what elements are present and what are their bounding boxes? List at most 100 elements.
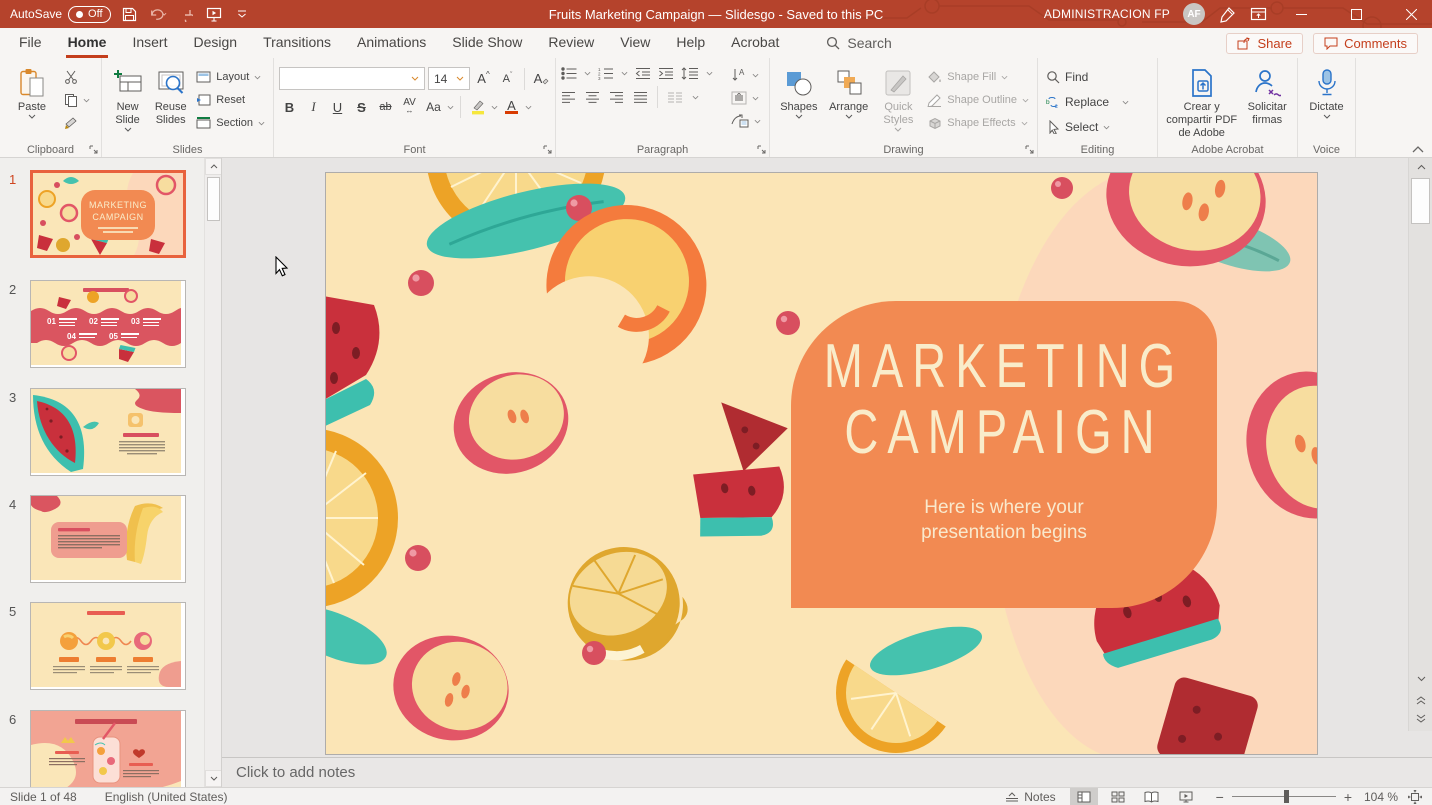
copy-button[interactable] bbox=[61, 90, 93, 110]
decrease-font-size-button[interactable]: Aˇ bbox=[497, 68, 518, 89]
tab-transitions[interactable]: Transitions bbox=[250, 28, 344, 58]
increase-indent-icon[interactable] bbox=[658, 67, 674, 80]
slide-show-button[interactable] bbox=[1172, 788, 1200, 805]
new-slide-button[interactable]: New Slide bbox=[107, 61, 148, 132]
numbering-chevron-icon[interactable] bbox=[621, 71, 628, 76]
change-case-button[interactable]: Aa bbox=[423, 97, 444, 118]
decrease-indent-icon[interactable] bbox=[635, 67, 651, 80]
save-button[interactable] bbox=[121, 5, 139, 23]
columns-chevron-icon[interactable] bbox=[692, 95, 699, 100]
scrollbar-thumb[interactable] bbox=[1411, 178, 1430, 224]
zoom-slider[interactable] bbox=[1232, 796, 1336, 797]
undo-button[interactable] bbox=[149, 5, 167, 23]
reading-view-button[interactable] bbox=[1138, 788, 1166, 805]
font-size-combo[interactable]: 14 bbox=[428, 67, 470, 90]
tab-acrobat[interactable]: Acrobat bbox=[718, 28, 792, 58]
account-avatar[interactable]: AF bbox=[1183, 3, 1205, 25]
slide-5-preview[interactable] bbox=[30, 602, 186, 690]
slide-4-preview[interactable] bbox=[30, 495, 186, 583]
arrange-button[interactable]: Arrange bbox=[825, 61, 873, 119]
line-spacing-icon[interactable] bbox=[681, 67, 699, 80]
inking-pen-icon[interactable] bbox=[1218, 5, 1236, 23]
text-highlight-button[interactable] bbox=[467, 97, 488, 118]
format-painter-button[interactable] bbox=[61, 113, 93, 133]
shapes-button[interactable]: Shapes bbox=[775, 61, 823, 119]
tab-file[interactable]: File bbox=[6, 28, 55, 58]
autosave-toggle[interactable]: AutoSave Off bbox=[10, 6, 111, 23]
font-name-combo[interactable] bbox=[279, 67, 425, 90]
thumbnail-scrollbar[interactable] bbox=[204, 158, 221, 787]
align-center-icon[interactable] bbox=[585, 91, 600, 104]
tab-review[interactable]: Review bbox=[535, 28, 607, 58]
text-direction-button[interactable]: A bbox=[728, 65, 764, 85]
tab-view[interactable]: View bbox=[607, 28, 663, 58]
reset-button[interactable]: Reset bbox=[193, 90, 268, 110]
slide-indicator[interactable]: Slide 1 of 48 bbox=[10, 790, 77, 804]
paste-button[interactable]: Paste bbox=[5, 61, 59, 119]
font-dialog-launcher[interactable] bbox=[543, 145, 553, 155]
scroll-up-button[interactable] bbox=[1411, 158, 1431, 176]
minimize-button[interactable] bbox=[1280, 0, 1322, 28]
clear-formatting-button[interactable]: A bbox=[531, 68, 552, 89]
align-left-icon[interactable] bbox=[561, 91, 576, 104]
account-name[interactable]: ADMINISTRACION FP bbox=[1044, 7, 1170, 21]
italic-button[interactable]: I bbox=[303, 97, 324, 118]
start-presentation-button[interactable] bbox=[205, 5, 223, 23]
find-button[interactable]: Find bbox=[1043, 67, 1132, 87]
bullets-chevron-icon[interactable] bbox=[584, 71, 591, 76]
slide-subtitle[interactable]: Here is where your presentation begins bbox=[921, 495, 1087, 545]
slide-1-preview[interactable]: MARKETING CAMPAIGN bbox=[30, 170, 186, 258]
align-text-button[interactable] bbox=[728, 88, 764, 108]
zoom-slider-thumb[interactable] bbox=[1284, 790, 1289, 803]
maximize-button[interactable] bbox=[1335, 0, 1377, 28]
next-slide-button[interactable] bbox=[1411, 710, 1431, 726]
replace-button[interactable]: bc Replace bbox=[1043, 92, 1132, 112]
tab-insert[interactable]: Insert bbox=[119, 28, 180, 58]
layout-button[interactable]: Layout bbox=[193, 67, 268, 87]
thumbnail-scrollbar-thumb[interactable] bbox=[207, 177, 220, 221]
slide-canvas[interactable]: MARKETING CAMPAIGN Here is where your pr… bbox=[325, 172, 1318, 755]
tab-design[interactable]: Design bbox=[180, 28, 250, 58]
redo-button[interactable] bbox=[177, 5, 195, 23]
slide-6-preview[interactable] bbox=[30, 710, 186, 787]
reuse-slides-button[interactable]: Reuse Slides bbox=[150, 61, 191, 127]
numbering-icon[interactable]: 123 bbox=[598, 67, 614, 80]
slide-scrollbar[interactable] bbox=[1408, 158, 1432, 731]
title-text-box[interactable]: MARKETING CAMPAIGN Here is where your pr… bbox=[791, 301, 1217, 608]
tab-slide-show[interactable]: Slide Show bbox=[439, 28, 535, 58]
increase-font-size-button[interactable]: A^ bbox=[473, 68, 494, 89]
quick-access-toolbar-menu[interactable] bbox=[233, 5, 251, 23]
shape-fill-button[interactable]: Shape Fill bbox=[924, 67, 1032, 87]
section-button[interactable]: Section bbox=[193, 113, 268, 133]
notes-pane[interactable]: Click to add notes bbox=[222, 757, 1432, 787]
slide-3-preview[interactable] bbox=[30, 388, 186, 476]
underline-button[interactable]: U bbox=[327, 97, 348, 118]
scroll-down-button[interactable] bbox=[1411, 670, 1431, 688]
shape-outline-button[interactable]: Shape Outline bbox=[924, 90, 1032, 110]
line-spacing-chevron-icon[interactable] bbox=[706, 71, 713, 76]
create-pdf-button[interactable]: Crear y compartir PDF de Adobe bbox=[1163, 61, 1240, 140]
comments-button[interactable]: Comments bbox=[1313, 33, 1418, 54]
zoom-in-button[interactable]: + bbox=[1344, 789, 1352, 805]
zoom-out-button[interactable]: − bbox=[1216, 789, 1224, 805]
zoom-level[interactable]: 104 % bbox=[1360, 790, 1398, 804]
shape-effects-button[interactable]: Shape Effects bbox=[924, 113, 1032, 133]
align-right-icon[interactable] bbox=[609, 91, 624, 104]
ribbon-display-options-icon[interactable] bbox=[1249, 5, 1267, 23]
columns-icon[interactable] bbox=[667, 91, 683, 104]
previous-slide-button[interactable] bbox=[1411, 692, 1431, 708]
character-spacing-button[interactable]: AV↔ bbox=[399, 97, 420, 118]
request-signatures-button[interactable]: Solicitar firmas bbox=[1242, 61, 1292, 127]
select-button[interactable]: Select bbox=[1043, 117, 1132, 137]
bullets-icon[interactable] bbox=[561, 67, 577, 80]
notes-toggle-button[interactable]: Notes bbox=[997, 790, 1063, 804]
bold-button[interactable]: B bbox=[279, 97, 300, 118]
convert-to-smartart-button[interactable] bbox=[728, 111, 764, 131]
language-indicator[interactable]: English (United States) bbox=[105, 790, 228, 804]
tab-animations[interactable]: Animations bbox=[344, 28, 439, 58]
clipboard-dialog-launcher[interactable] bbox=[89, 145, 99, 155]
thumbnail-scroll-down-button[interactable] bbox=[205, 770, 222, 787]
quick-styles-button[interactable]: Quick Styles bbox=[875, 61, 923, 132]
dictate-button[interactable]: Dictate bbox=[1303, 61, 1350, 119]
drawing-dialog-launcher[interactable] bbox=[1025, 145, 1035, 155]
